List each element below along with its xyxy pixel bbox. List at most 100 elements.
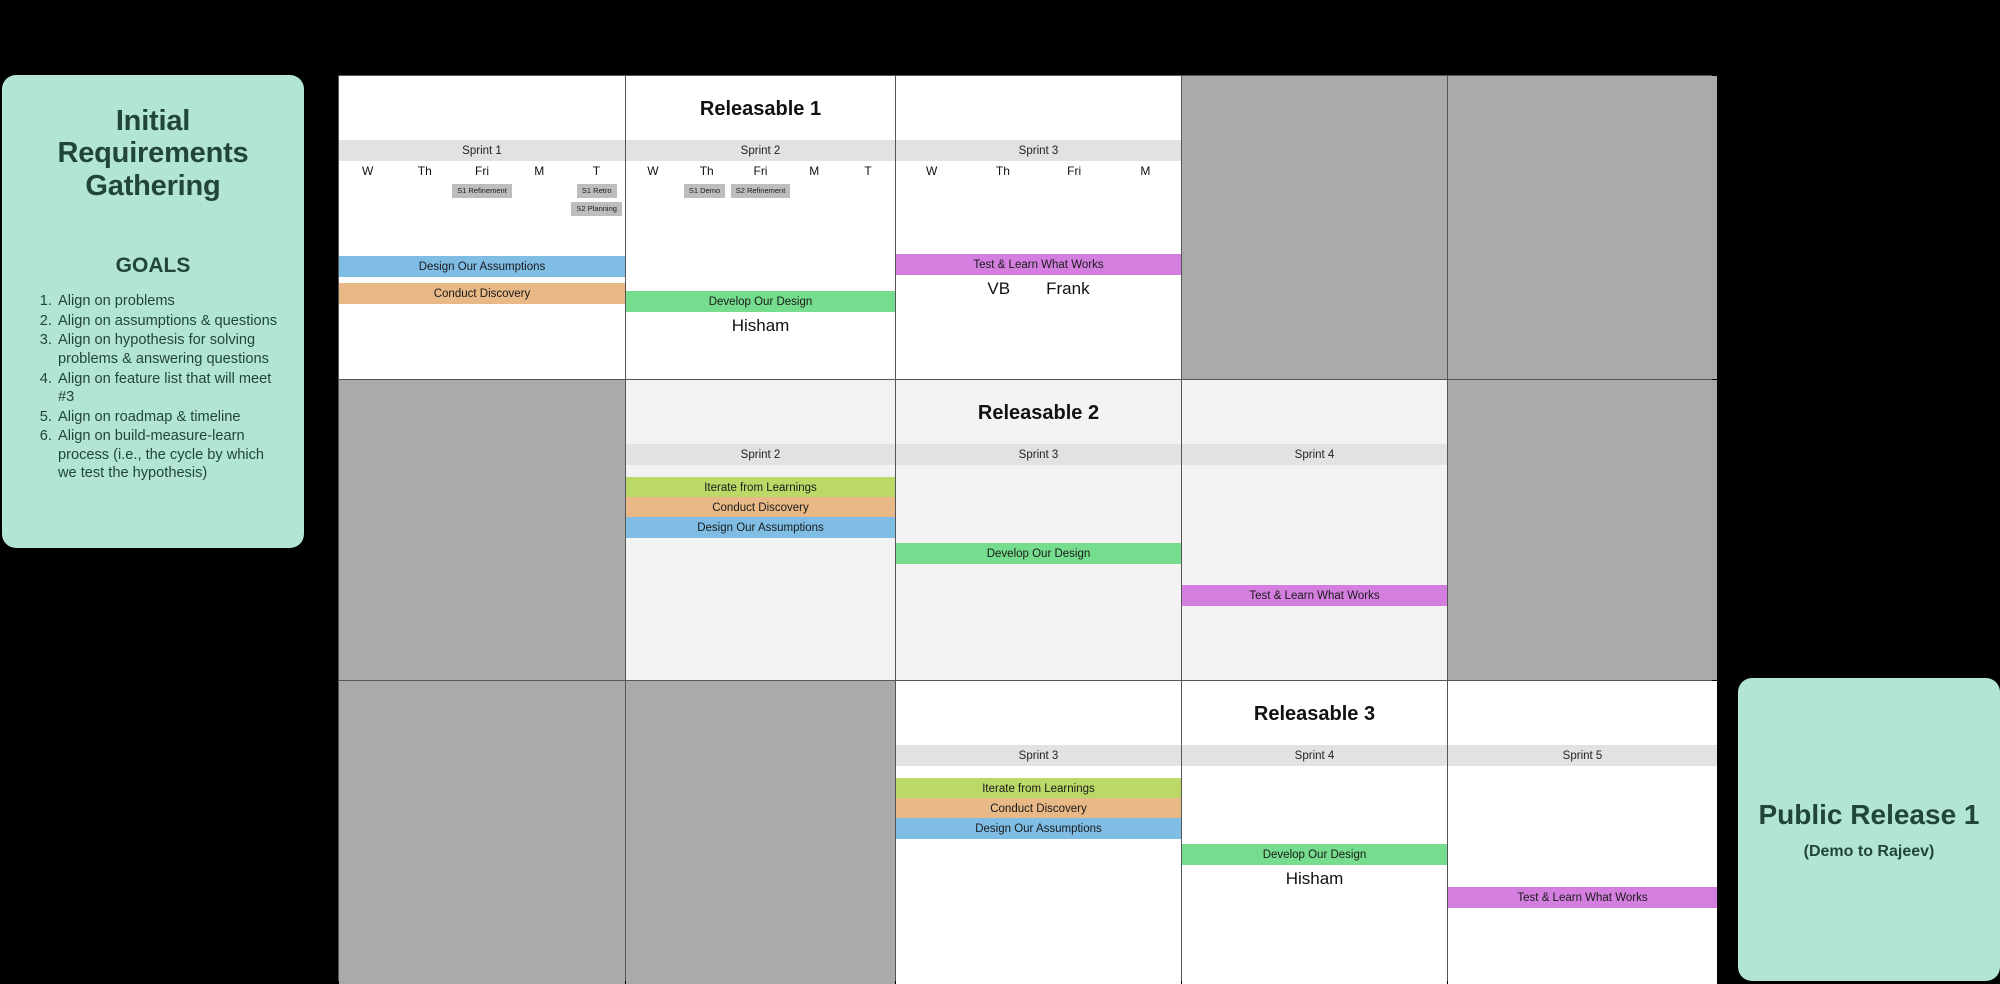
chip-column xyxy=(396,184,453,230)
sprint-label: Sprint 2 xyxy=(626,140,895,161)
board-cell-inactive xyxy=(626,681,895,984)
chip-column xyxy=(1039,184,1110,230)
chip-column xyxy=(967,184,1038,230)
card-title: Initial Requirements Gathering xyxy=(57,105,249,202)
activity-bar[interactable]: Test & Learn What Works xyxy=(1448,887,1717,908)
assignee-row: VB Frank xyxy=(896,279,1181,299)
day-label: Fri xyxy=(1067,164,1082,178)
assignee-row: Hisham xyxy=(1182,869,1447,889)
roadmap-board: Sprint 1 W Th Fri M T S1 Refinement S1 Retro S2 … xyxy=(338,75,1717,984)
goal-item: Align on problems xyxy=(56,292,280,311)
board-cell[interactable]: Sprint 3 Iterate from Learnings Conduct Di… xyxy=(896,681,1181,984)
board-cell[interactable]: Sprint 5 Test & Learn What Works xyxy=(1448,681,1717,984)
sprint-label: Sprint 4 xyxy=(1182,444,1447,465)
sprint-label: Sprint 2 xyxy=(626,444,895,465)
releasable-heading: Releasable 2 xyxy=(977,402,1100,424)
initial-requirements-card[interactable]: Initial Requirements Gathering GOALS Ali… xyxy=(2,75,304,548)
activity-bar[interactable]: Conduct Discovery xyxy=(896,798,1181,819)
sprint-label: Sprint 4 xyxy=(1182,745,1447,766)
day-label: W xyxy=(361,164,374,178)
day-column: Th xyxy=(680,161,734,183)
day-label: Fri xyxy=(475,164,489,178)
board-cell-inactive xyxy=(339,681,625,984)
day-column: Fri xyxy=(734,161,788,183)
assignee-row: Hisham xyxy=(626,316,895,336)
sprint-label: Sprint 3 xyxy=(896,444,1181,465)
activity-bar[interactable]: Conduct Discovery xyxy=(339,283,625,304)
goals-heading: GOALS xyxy=(115,254,191,278)
day-label: W xyxy=(925,164,938,178)
day-column: Fri xyxy=(453,161,510,183)
releasable-heading: Releasable 1 xyxy=(699,98,822,120)
goal-item: Align on roadmap & timeline xyxy=(56,408,280,427)
day-label: M xyxy=(809,164,820,178)
day-column: M xyxy=(787,161,841,183)
board-cell-inactive xyxy=(1448,380,1717,680)
activity-bar[interactable]: Iterate from Learnings xyxy=(626,477,895,498)
sprint-label: Sprint 3 xyxy=(896,745,1181,766)
day-header-row: W Th Fri M T xyxy=(626,161,895,183)
day-column: Th xyxy=(967,161,1038,183)
activity-bar[interactable]: Conduct Discovery xyxy=(626,497,895,518)
chip-column xyxy=(339,184,396,230)
day-column: W xyxy=(339,161,396,183)
board-cell[interactable]: Sprint 4 Test & Learn What Works xyxy=(1182,380,1447,680)
activity-bar[interactable]: Develop Our Design xyxy=(896,543,1181,564)
day-column: W xyxy=(626,161,680,183)
ceremony-chip[interactable]: S1 Demo xyxy=(683,184,726,199)
activity-bar[interactable]: Iterate from Learnings xyxy=(896,778,1181,799)
activity-bar[interactable]: Design Our Assumptions xyxy=(626,517,895,538)
public-release-title: Public Release 1 xyxy=(1758,798,1980,830)
day-column: Th xyxy=(396,161,453,183)
assignee-name[interactable]: VB xyxy=(987,279,1010,299)
chip-column xyxy=(843,184,895,230)
board-cell[interactable]: Sprint 1 W Th Fri M T S1 Refinement S1 Retro S2 … xyxy=(339,76,625,379)
sprint-label: Sprint 5 xyxy=(1448,745,1717,766)
day-header-row: W Th Fri M xyxy=(896,161,1181,183)
day-column: T xyxy=(568,161,625,183)
ceremony-chip[interactable]: S2 Refinement xyxy=(730,184,791,199)
sprint-label: Sprint 1 xyxy=(339,140,625,161)
board-cell[interactable]: Releasable 1 Sprint 2 W Th Fri M T S1 Demo S2 Re… xyxy=(626,76,895,379)
activity-bar[interactable]: Develop Our Design xyxy=(626,291,895,312)
day-column: Fri xyxy=(1039,161,1110,183)
board-cell-inactive xyxy=(339,380,625,680)
public-release-card[interactable]: Public Release 1 (Demo to Rajeev) xyxy=(1738,678,2000,981)
day-label: M xyxy=(534,164,545,178)
day-label: T xyxy=(592,164,601,178)
goal-item: Align on assumptions & questions xyxy=(56,312,280,331)
day-label: Th xyxy=(417,164,432,178)
activity-bar[interactable]: Design Our Assumptions xyxy=(896,818,1181,839)
ceremony-chip[interactable]: S1 Refinement xyxy=(452,184,512,199)
assignee-name[interactable]: Frank xyxy=(1046,279,1089,299)
ceremony-chip-row: S1 Demo S2 Refinement xyxy=(626,184,895,230)
day-label: Th xyxy=(995,164,1010,178)
board-cell[interactable]: Sprint 2 Iterate from Learnings Conduct Di… xyxy=(626,380,895,680)
day-label: Th xyxy=(699,164,714,178)
ceremony-chip-row xyxy=(896,184,1181,230)
board-cell-inactive xyxy=(1448,76,1717,379)
ceremony-chip[interactable]: S2 Planning xyxy=(571,202,622,217)
board-cell-inactive xyxy=(1182,76,1447,379)
activity-bar[interactable]: Develop Our Design xyxy=(1182,844,1447,865)
day-column: M xyxy=(511,161,568,183)
assignee-name[interactable]: Hisham xyxy=(732,316,790,336)
board-cell[interactable]: Sprint 3 W Th Fri M Test & Learn What Works VB… xyxy=(896,76,1181,379)
sprint-label: Sprint 3 xyxy=(896,140,1181,161)
day-label: Fri xyxy=(753,164,768,178)
activity-bar[interactable]: Test & Learn What Works xyxy=(896,254,1181,275)
chip-column xyxy=(512,184,569,230)
day-column: T xyxy=(841,161,895,183)
assignee-name[interactable]: Hisham xyxy=(1286,869,1344,889)
board-cell[interactable]: Releasable 2 Sprint 3 Develop Our Design xyxy=(896,380,1181,680)
chip-column xyxy=(790,184,842,230)
ceremony-chip[interactable]: S1 Retro xyxy=(576,184,617,199)
goal-item: Align on build-measure-learn process (i.… xyxy=(56,427,280,483)
activity-bar[interactable]: Test & Learn What Works xyxy=(1182,585,1447,606)
public-release-subtitle: (Demo to Rajeev) xyxy=(1803,842,1935,860)
activity-bar[interactable]: Design Our Assumptions xyxy=(339,256,625,277)
board-cell[interactable]: Releasable 3 Sprint 4 Develop Our Design Hi… xyxy=(1182,681,1447,984)
releasable-heading: Releasable 3 xyxy=(1253,703,1376,725)
day-column: W xyxy=(896,161,967,183)
chip-column xyxy=(1110,184,1181,230)
